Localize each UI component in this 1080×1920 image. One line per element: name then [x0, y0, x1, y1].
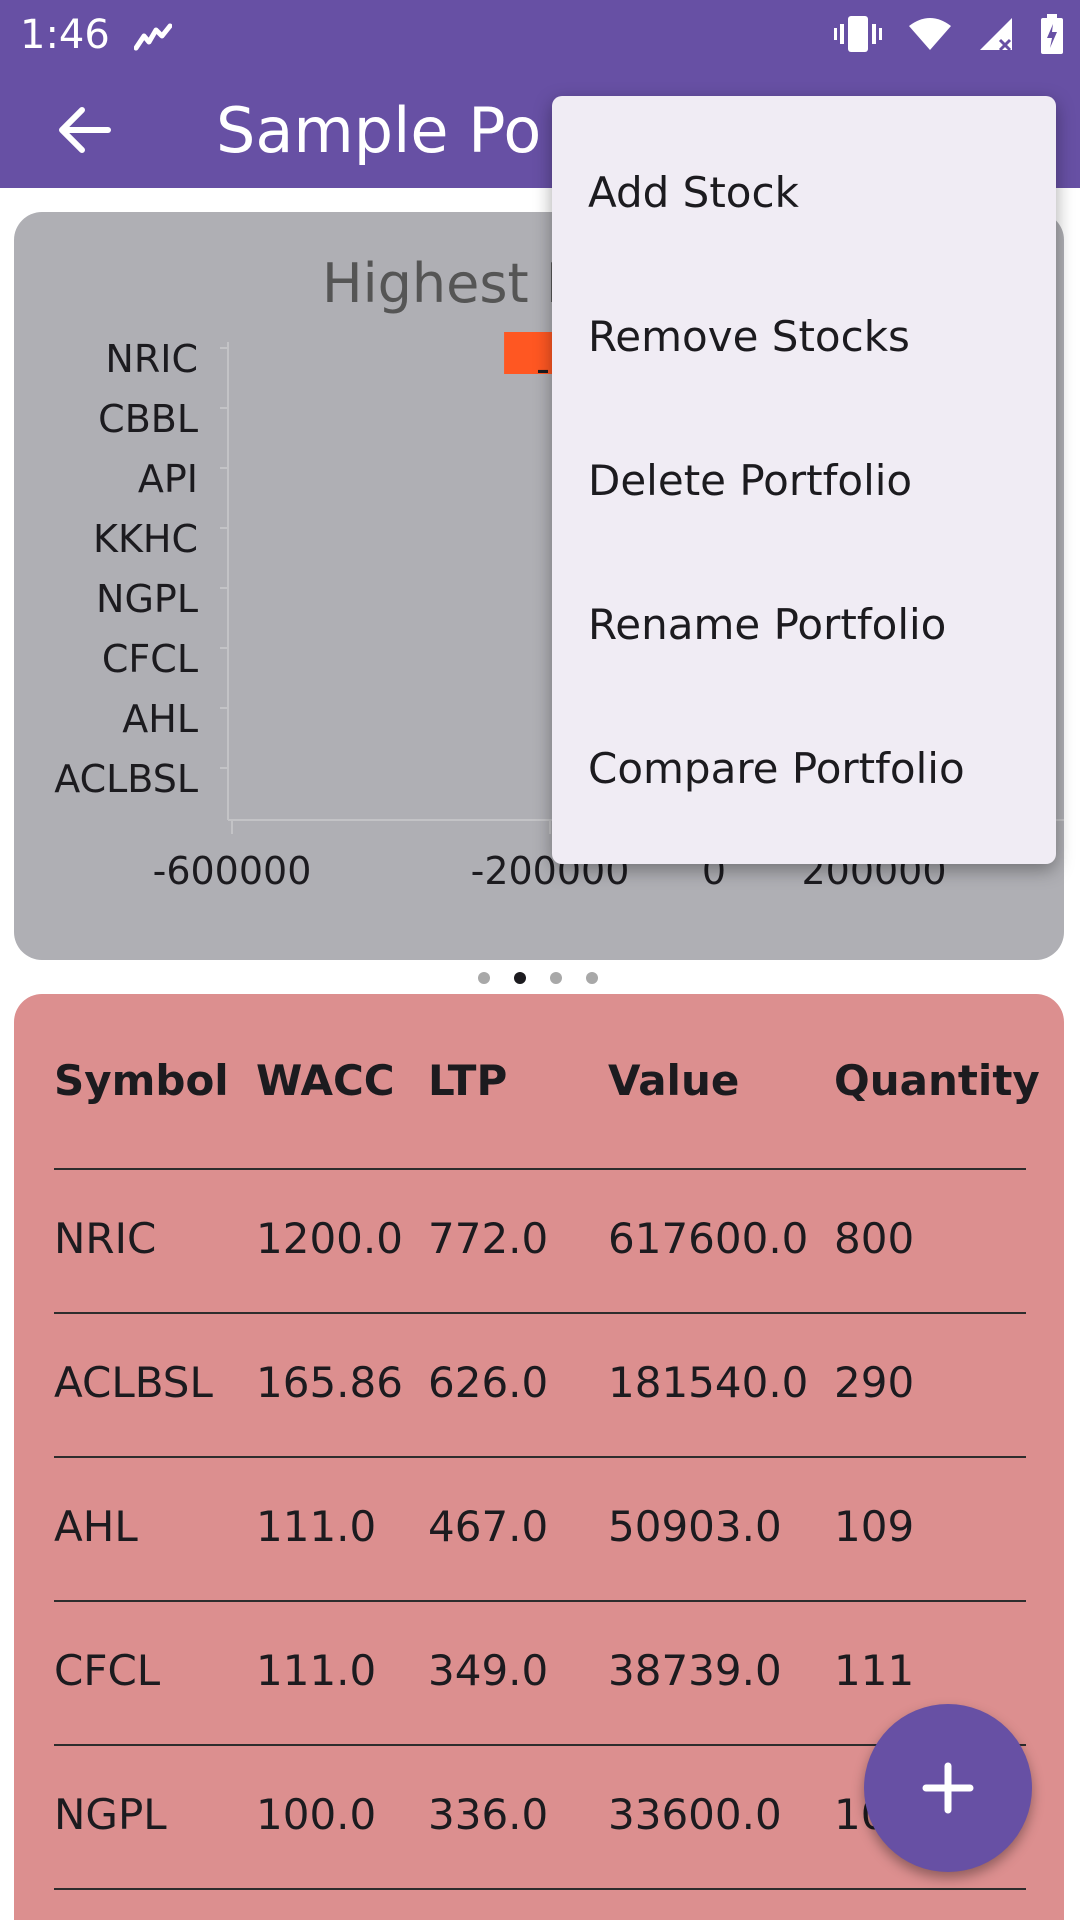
- status-time: 1:46: [20, 12, 110, 58]
- menu-item-rename-portfolio[interactable]: Rename Portfolio: [552, 552, 1056, 696]
- table-cell: 290: [834, 1358, 915, 1407]
- table-cell: 181540.0: [608, 1358, 809, 1407]
- table-cell: 165.86: [256, 1358, 403, 1407]
- table-cell: 111.0: [256, 1502, 377, 1551]
- menu-item-delete-portfolio[interactable]: Delete Portfolio: [552, 408, 1056, 552]
- menu-item-add-stock[interactable]: Add Stock: [552, 120, 1056, 264]
- y-tick-label: CBBL: [98, 397, 198, 441]
- y-tick-label: API: [138, 457, 198, 501]
- y-tick-label: AHL: [122, 697, 198, 741]
- vibrate-icon: [834, 14, 882, 58]
- table-cell: 111: [834, 1646, 915, 1695]
- table-row[interactable]: CFCL 111.0 349.0 38739.0 111: [54, 1600, 1026, 1744]
- table-divider: [54, 1888, 1026, 1890]
- y-tick-label: KKHC: [93, 517, 198, 561]
- add-fab-button[interactable]: [864, 1704, 1032, 1872]
- signal-icon: [978, 16, 1014, 56]
- table-cell: 336.0: [428, 1790, 549, 1839]
- table-cell: 626.0: [428, 1358, 549, 1407]
- page-dot[interactable]: [478, 972, 490, 984]
- y-tick-label: ACLBSL: [54, 757, 198, 801]
- column-header-ltp[interactable]: LTP: [428, 1056, 507, 1105]
- table-row[interactable]: NRIC 1200.0 772.0 617600.0 800: [54, 1168, 1026, 1312]
- page-indicator: [478, 972, 598, 984]
- overflow-menu: Add Stock Remove Stocks Delete Portfolio Re…: [552, 96, 1056, 864]
- column-header-symbol[interactable]: Symbol: [54, 1056, 229, 1105]
- y-tick-label: NGPL: [96, 577, 198, 621]
- table-cell: 467.0: [428, 1502, 549, 1551]
- page-dot[interactable]: [550, 972, 562, 984]
- table-cell: 1200.0: [256, 1214, 403, 1263]
- page-title: Sample Po: [216, 94, 542, 167]
- table-cell: NRIC: [54, 1214, 157, 1263]
- table-cell: 617600.0: [608, 1214, 809, 1263]
- table-cell: 109: [834, 1502, 915, 1551]
- table-cell: 100.0: [256, 1790, 377, 1839]
- table-cell: 772.0: [428, 1214, 549, 1263]
- table-cell: 349.0: [428, 1646, 549, 1695]
- menu-item-remove-stocks[interactable]: Remove Stocks: [552, 264, 1056, 408]
- table-cell: 33600.0: [608, 1790, 782, 1839]
- y-tick-label: NRIC: [105, 337, 198, 381]
- table-cell: 800: [834, 1214, 915, 1263]
- y-tick-label: CFCL: [102, 637, 198, 681]
- status-bar: 1:46: [0, 0, 1080, 72]
- table-cell: NGPL: [54, 1790, 167, 1839]
- column-header-value[interactable]: Value: [608, 1056, 739, 1105]
- x-tick-label: -600000: [153, 849, 312, 893]
- table-row[interactable]: AHL 111.0 467.0 50903.0 109: [54, 1456, 1026, 1600]
- column-header-quantity[interactable]: Quantity: [834, 1056, 1040, 1105]
- table-cell: AHL: [54, 1502, 138, 1551]
- table-cell: ACLBSL: [54, 1358, 213, 1407]
- table-cell: 38739.0: [608, 1646, 782, 1695]
- column-header-wacc[interactable]: WACC: [256, 1056, 395, 1105]
- table-header: Symbol WACC LTP Value Quantity: [54, 1056, 1044, 1144]
- arrow-left-icon: [59, 107, 111, 153]
- plus-icon: [922, 1762, 974, 1814]
- activity-icon: [133, 22, 173, 56]
- menu-item-compare-portfolio[interactable]: Compare Portfolio: [552, 696, 1056, 840]
- table-cell: 50903.0: [608, 1502, 782, 1551]
- chart-title: Highest I: [322, 252, 562, 315]
- back-button[interactable]: [48, 98, 120, 162]
- table-cell: CFCL: [54, 1646, 161, 1695]
- table-row[interactable]: ACLBSL 165.86 626.0 181540.0 290: [54, 1312, 1026, 1456]
- table-cell: 111.0: [256, 1646, 377, 1695]
- battery-icon: [1040, 14, 1064, 58]
- wifi-icon: [908, 16, 952, 56]
- page-dot[interactable]: [514, 972, 526, 984]
- page-dot[interactable]: [586, 972, 598, 984]
